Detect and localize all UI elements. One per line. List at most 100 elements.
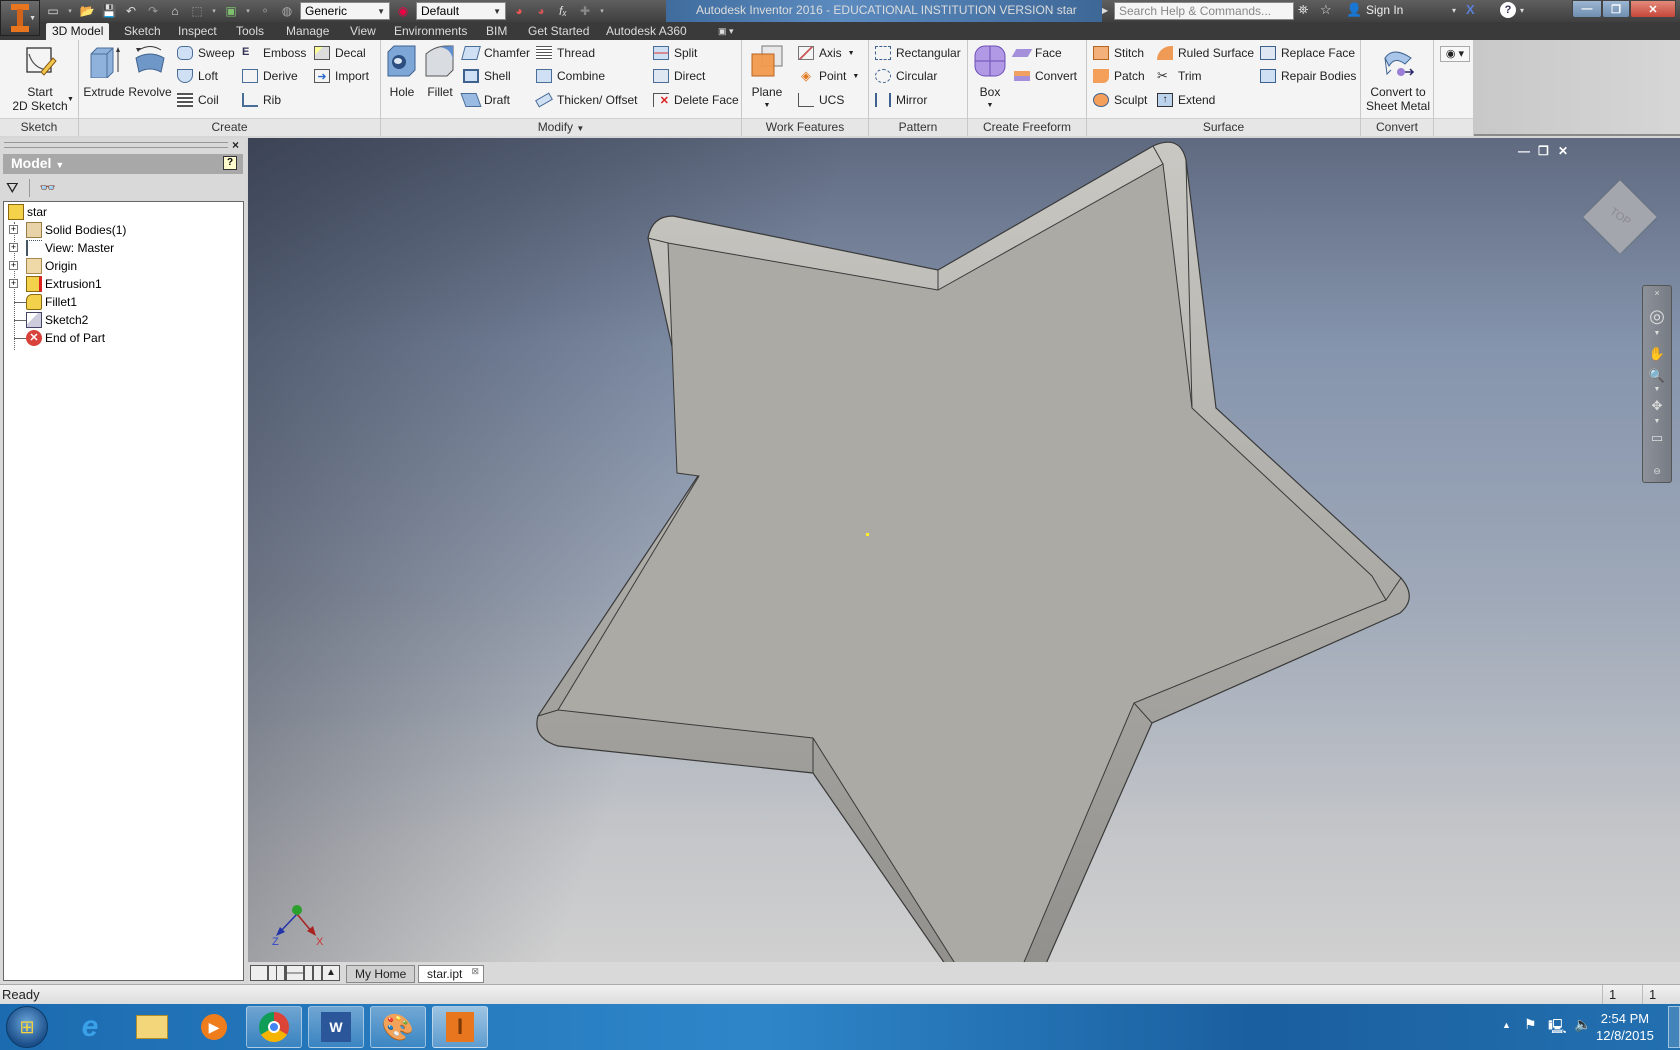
- tree-node-solid-bodies[interactable]: + Solid Bodies(1): [4, 221, 240, 239]
- plane-button[interactable]: Plane ▼: [746, 44, 788, 113]
- sweep-button[interactable]: Sweep: [177, 43, 235, 63]
- combine-button[interactable]: Combine: [536, 66, 605, 86]
- zoom-icon[interactable]: 🔍: [1643, 368, 1671, 384]
- convert-to-sheet-metal-button[interactable]: Convert to Sheet Metal: [1363, 44, 1433, 113]
- chamfer-button[interactable]: Chamfer: [461, 43, 530, 63]
- tile-horizontal-icon[interactable]: [286, 965, 304, 981]
- new-dropdown-icon[interactable]: ▾: [66, 3, 74, 19]
- update-icon[interactable]: ⚬: [256, 3, 274, 19]
- adjust-appearance-icon[interactable]: ◕: [510, 3, 528, 19]
- save-icon[interactable]: 💾: [100, 3, 118, 19]
- circular-pattern-button[interactable]: Circular: [875, 66, 937, 86]
- close-button[interactable]: ✕: [1630, 0, 1676, 18]
- taskbar-paint[interactable]: 🎨: [370, 1006, 426, 1048]
- decal-button[interactable]: Decal: [314, 43, 366, 63]
- system-clock[interactable]: 2:54 PM 12/8/2015: [1596, 1010, 1654, 1044]
- draft-button[interactable]: Draft: [460, 90, 510, 110]
- windows-start-button[interactable]: ⊞: [6, 1006, 48, 1048]
- doc-tab-my-home[interactable]: My Home: [346, 965, 416, 983]
- point-button[interactable]: ◈ Point ▼: [798, 66, 859, 86]
- axis-button[interactable]: Axis ▼: [798, 43, 855, 63]
- tab-get-started[interactable]: Get Started: [522, 23, 595, 40]
- application-menu-button[interactable]: ▼: [0, 0, 40, 36]
- panel-label-modify[interactable]: Modify ▼: [381, 118, 741, 136]
- revolve-button[interactable]: Revolve: [127, 44, 173, 99]
- redo-icon[interactable]: ↷: [144, 3, 162, 19]
- viewport-minimize-icon[interactable]: —: [1518, 144, 1530, 158]
- tree-node-star[interactable]: star: [8, 203, 47, 221]
- chevron-down-icon[interactable]: ▼: [852, 73, 859, 80]
- thread-button[interactable]: Thread: [536, 43, 595, 63]
- start-2d-sketch-button[interactable]: Start 2D Sketch: [6, 44, 74, 113]
- tree-node-origin[interactable]: + Origin: [4, 257, 77, 275]
- navbar-options-icon[interactable]: ⊖: [1643, 466, 1671, 477]
- orbit-icon[interactable]: ✥: [1643, 398, 1671, 414]
- derive-button[interactable]: Derive: [242, 66, 298, 86]
- ucs-button[interactable]: UCS: [798, 90, 844, 110]
- minimize-button[interactable]: —: [1572, 0, 1602, 18]
- tab-autodesk-a360[interactable]: Autodesk A360: [600, 23, 693, 40]
- subscription-icon[interactable]: ⛯: [1298, 2, 1308, 18]
- new-file-icon[interactable]: ▭: [44, 3, 62, 19]
- appearance-select[interactable]: Default ▼: [416, 2, 506, 20]
- sign-in-dropdown-icon[interactable]: ▾: [1452, 6, 1456, 15]
- favorites-star-icon[interactable]: ☆: [1320, 2, 1332, 18]
- find-binoculars-icon[interactable]: 👓: [40, 180, 56, 196]
- browser-header[interactable]: Model ▼ ?: [3, 154, 243, 174]
- material-select[interactable]: Generic ▼: [300, 2, 390, 20]
- steering-wheel-icon[interactable]: ◎: [1643, 306, 1671, 327]
- close-tab-icon[interactable]: ⊠: [471, 966, 479, 977]
- exchange-apps-icon[interactable]: X: [1466, 2, 1475, 17]
- select-dropdown-icon[interactable]: ▾: [244, 3, 252, 19]
- expand-icon[interactable]: +: [9, 225, 18, 234]
- sign-in-link[interactable]: Sign In: [1366, 3, 1403, 17]
- undo-icon[interactable]: ↶: [122, 3, 140, 19]
- box-button[interactable]: Box ▼: [970, 44, 1010, 113]
- tab-tools[interactable]: Tools: [230, 23, 270, 40]
- add-icon[interactable]: ✚: [576, 3, 594, 19]
- maximize-button[interactable]: ❐: [1602, 0, 1630, 18]
- tree-node-end-of-part[interactable]: ✕ End of Part: [26, 329, 105, 347]
- home-icon[interactable]: ⌂: [166, 3, 184, 19]
- taskbar-word[interactable]: W: [308, 1006, 364, 1048]
- emboss-button[interactable]: E Emboss: [242, 43, 306, 63]
- tab-view[interactable]: View: [344, 23, 382, 40]
- navbar-close-icon[interactable]: ×: [1643, 288, 1671, 298]
- tab-inspect[interactable]: Inspect: [172, 23, 223, 40]
- loft-button[interactable]: Loft: [177, 66, 218, 86]
- viewport-restore-icon[interactable]: ❐: [1538, 144, 1549, 158]
- taskbar-inventor[interactable]: I: [432, 1006, 488, 1048]
- clear-appearance-icon[interactable]: ◕: [532, 3, 550, 19]
- volume-icon[interactable]: 🔈: [1574, 1016, 1591, 1033]
- direct-button[interactable]: Direct: [653, 66, 705, 86]
- chevron-down-icon[interactable]: ▼: [1643, 330, 1671, 337]
- document-list-up-icon[interactable]: ▲: [322, 965, 340, 981]
- import-button[interactable]: ➜ Import: [314, 66, 369, 86]
- patch-button[interactable]: Patch: [1093, 66, 1145, 86]
- extend-button[interactable]: ↑ Extend: [1157, 90, 1215, 110]
- freeform-face-button[interactable]: Face: [1011, 43, 1062, 63]
- search-help-input[interactable]: Search Help & Commands...: [1114, 2, 1294, 20]
- show-hidden-icons-icon[interactable]: ▲: [1502, 1020, 1511, 1030]
- tab-3d-model[interactable]: 3D Model: [46, 23, 110, 40]
- stitch-button[interactable]: Stitch: [1093, 43, 1144, 63]
- appearance-color-icon[interactable]: ◉: [394, 3, 412, 19]
- customize-qat-icon[interactable]: ▾: [598, 3, 606, 19]
- star-part-model[interactable]: [248, 138, 1680, 962]
- thicken-offset-button[interactable]: Thicken/ Offset: [535, 90, 637, 110]
- taskbar-media-player[interactable]: ▶: [186, 1006, 242, 1048]
- tab-manage[interactable]: Manage: [280, 23, 335, 40]
- look-at-icon[interactable]: ▭: [1643, 430, 1671, 446]
- chevron-down-icon[interactable]: ▼: [848, 50, 855, 57]
- extrude-button[interactable]: Extrude: [81, 44, 127, 99]
- sculpt-button[interactable]: Sculpt: [1093, 90, 1147, 110]
- coil-button[interactable]: Coil: [177, 90, 219, 110]
- tab-sketch[interactable]: Sketch: [118, 23, 167, 40]
- expand-icon[interactable]: +: [9, 261, 18, 270]
- expand-icon[interactable]: +: [9, 279, 18, 288]
- tile-windows-icon[interactable]: [268, 965, 286, 981]
- filter-icon[interactable]: ⛛: [6, 180, 19, 197]
- chevron-down-icon[interactable]: ▼: [1643, 386, 1671, 393]
- rib-button[interactable]: Rib: [242, 90, 281, 110]
- return-icon[interactable]: ⬚: [188, 3, 206, 19]
